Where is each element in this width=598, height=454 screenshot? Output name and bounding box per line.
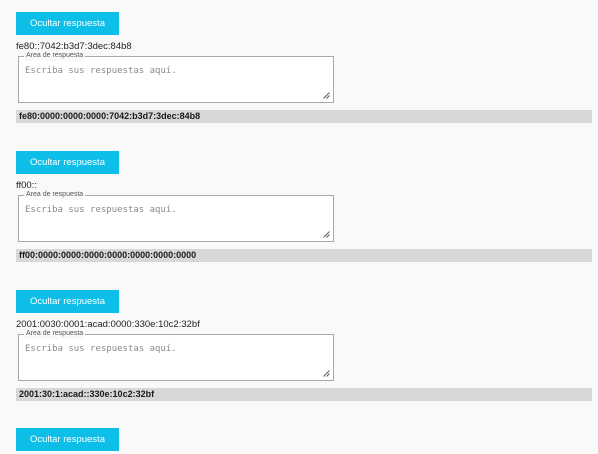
- resize-grip-icon[interactable]: [323, 92, 330, 99]
- exercise-item: Ocultar respuesta: [16, 428, 592, 451]
- exercise-item: Ocultar respuesta 2001:0030:0001:acad:00…: [16, 290, 592, 401]
- answer-textarea[interactable]: [19, 57, 333, 102]
- hide-answer-button[interactable]: Ocultar respuesta: [16, 12, 119, 35]
- exercise-page: Ocultar respuesta fe80::7042:b3d7:3dec:8…: [0, 0, 598, 454]
- resize-grip-icon[interactable]: [323, 370, 330, 377]
- answer-area: Area de respuesta: [18, 190, 334, 242]
- answer-area: Area de respuesta: [18, 51, 334, 103]
- hide-answer-button[interactable]: Ocultar respuesta: [16, 428, 119, 451]
- exercise-item: Ocultar respuesta ff00:: Area de respues…: [16, 151, 592, 262]
- solution-text: fe80:0000:0000:0000:7042:b3d7:3dec:84b8: [16, 110, 592, 123]
- answer-textarea[interactable]: [19, 335, 333, 380]
- hide-answer-button[interactable]: Ocultar respuesta: [16, 151, 119, 174]
- resize-grip-icon[interactable]: [323, 231, 330, 238]
- answer-textarea[interactable]: [19, 196, 333, 241]
- question-address: 2001:0030:0001:acad:0000:330e:10c2:32bf: [16, 319, 200, 330]
- answer-area: Area de respuesta: [18, 329, 334, 381]
- solution-text: 2001:30:1:acad::330e:10c2:32bf: [16, 388, 592, 401]
- exercise-item: Ocultar respuesta fe80::7042:b3d7:3dec:8…: [16, 12, 592, 123]
- question-address: fe80::7042:b3d7:3dec:84b8: [16, 41, 132, 52]
- solution-text: ff00:0000:0000:0000:0000:0000:0000:0000: [16, 249, 592, 262]
- question-address: ff00::: [16, 180, 37, 191]
- hide-answer-button[interactable]: Ocultar respuesta: [16, 290, 119, 313]
